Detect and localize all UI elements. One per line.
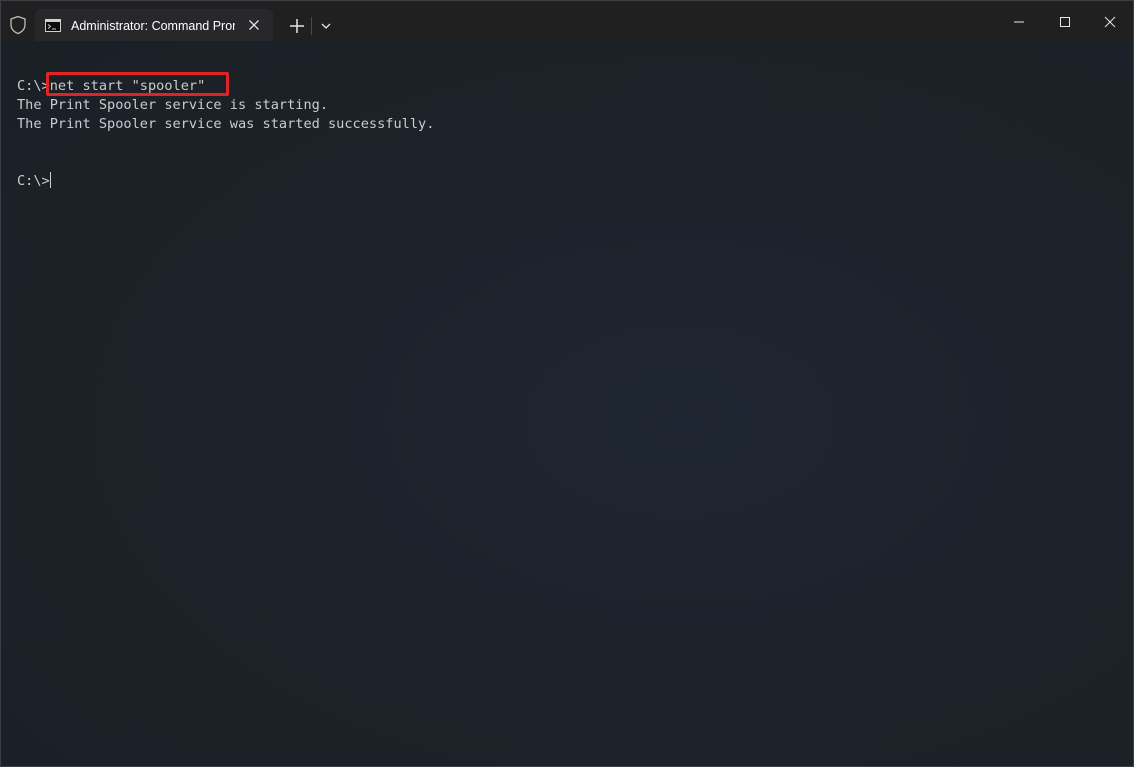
terminal-output[interactable]: C:\>net start "spooler" The Print Spoole…	[17, 77, 1117, 757]
close-icon	[1104, 16, 1116, 28]
output-line: The Print Spooler service was started su…	[17, 116, 435, 132]
tab-separator	[311, 17, 312, 35]
plus-icon[interactable]	[285, 15, 309, 37]
output-line: The Print Spooler service is starting.	[17, 97, 328, 113]
cmd-icon	[45, 19, 61, 32]
tab-title: Administrator: Command Prompt	[71, 19, 235, 33]
text-cursor	[49, 172, 51, 188]
title-bar: Administrator: Command Prompt	[1, 1, 1133, 41]
close-button[interactable]	[1087, 1, 1133, 41]
tab-close-icon[interactable]	[245, 16, 263, 34]
maximize-button[interactable]	[1042, 1, 1088, 41]
minimize-icon	[1014, 21, 1024, 23]
tab-command-prompt[interactable]: Administrator: Command Prompt	[35, 9, 273, 41]
shield-icon	[10, 15, 26, 35]
terminal-window: Administrator: Command Prompt C:\>net st…	[0, 0, 1134, 767]
chevron-down-icon[interactable]	[316, 17, 336, 35]
minimize-button[interactable]	[996, 1, 1042, 41]
prompt: C:\>	[17, 78, 50, 94]
final-prompt: C:\>	[17, 173, 50, 189]
maximize-icon	[1060, 17, 1070, 27]
final-prompt-line: C:\>	[17, 172, 1117, 191]
command-line: C:\>net start "spooler"	[17, 77, 1117, 96]
command-text: net start "spooler"	[49, 78, 206, 94]
